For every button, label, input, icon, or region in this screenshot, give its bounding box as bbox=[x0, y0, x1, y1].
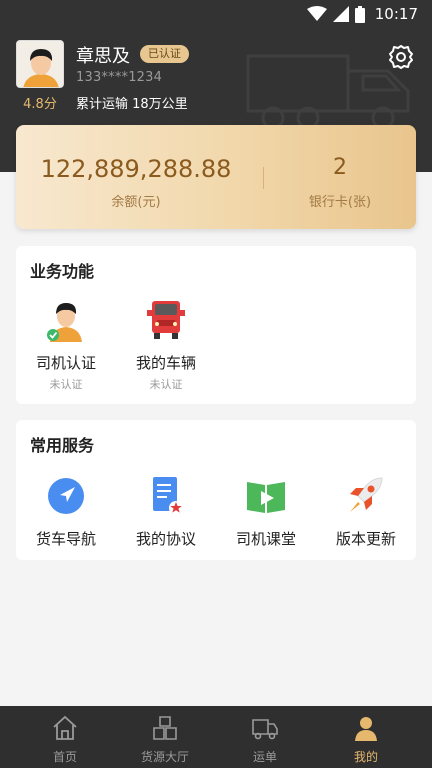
status-bar: 10:17 bbox=[0, 0, 432, 28]
my-agreement-item[interactable]: 我的协议 bbox=[116, 474, 216, 549]
rocket-icon bbox=[350, 477, 383, 512]
avatar[interactable] bbox=[16, 40, 64, 88]
bottom-tab-bar: 首页 货源大厅 运单 我的 bbox=[0, 706, 432, 768]
tab-home[interactable]: 首页 bbox=[11, 706, 119, 768]
balance-card[interactable]: 122,889,288.88 余额(元) 2 银行卡(张) bbox=[16, 125, 416, 229]
wifi-icon bbox=[306, 6, 327, 21]
user-name: 章思及 bbox=[76, 46, 130, 67]
business-panel: 业务功能 司机认证 未认证 我的车辆 未认证 bbox=[16, 246, 416, 404]
tab-waybill-label: 运单 bbox=[252, 750, 277, 764]
tab-mine-label: 我的 bbox=[353, 750, 378, 764]
bank-card-label: 银行卡(张) bbox=[308, 195, 372, 210]
business-title: 业务功能 bbox=[30, 262, 95, 281]
driver-score: 4.8分 bbox=[23, 97, 57, 112]
signal-icon bbox=[332, 6, 349, 22]
my-agreement-label: 我的协议 bbox=[135, 530, 196, 548]
certified-badge: 已认证 bbox=[140, 45, 189, 63]
tab-cargo-hall-label: 货源大厅 bbox=[140, 750, 189, 764]
balance-label: 余额(元) bbox=[111, 195, 161, 210]
navigation-icon bbox=[48, 478, 84, 514]
truck-navigation-label: 货车导航 bbox=[35, 530, 96, 548]
services-panel: 常用服务 货车导航 我的协议 司机课堂 版本更新 bbox=[16, 420, 416, 560]
home-icon bbox=[53, 715, 77, 740]
driver-cert-status: 未认证 bbox=[49, 378, 83, 391]
driver-cert-label: 司机认证 bbox=[35, 354, 96, 372]
services-title: 常用服务 bbox=[30, 436, 95, 455]
my-vehicle-status: 未认证 bbox=[149, 378, 183, 391]
total-mileage: 累计运输 18万公里 bbox=[76, 97, 188, 112]
balance-divider bbox=[263, 167, 264, 189]
truck-navigation-item[interactable]: 货车导航 bbox=[16, 474, 116, 549]
my-vehicle-label: 我的车辆 bbox=[135, 354, 196, 372]
balance-amount: 122,889,288.88 bbox=[40, 155, 232, 183]
bank-card-count: 2 bbox=[333, 155, 347, 180]
phone-number: 133****1234 bbox=[76, 70, 163, 85]
status-time: 10:17 bbox=[374, 5, 418, 23]
avatar-person-icon bbox=[17, 41, 63, 87]
truck-icon bbox=[252, 719, 278, 740]
person-icon bbox=[355, 717, 377, 741]
tab-mine[interactable]: 我的 bbox=[312, 706, 420, 768]
truck-icon bbox=[147, 301, 185, 339]
tab-home-label: 首页 bbox=[52, 750, 77, 764]
classroom-icon bbox=[247, 482, 285, 513]
agreement-icon bbox=[153, 477, 183, 515]
driver-classroom-label: 司机课堂 bbox=[235, 530, 296, 548]
battery-icon bbox=[354, 5, 365, 23]
version-update-label: 版本更新 bbox=[335, 530, 396, 548]
truck-watermark-icon bbox=[246, 54, 410, 130]
driver-classroom-item[interactable]: 司机课堂 bbox=[216, 474, 316, 549]
version-update-item[interactable]: 版本更新 bbox=[316, 474, 416, 549]
my-vehicle-item[interactable]: 我的车辆 未认证 bbox=[116, 298, 216, 392]
driver-cert-item[interactable]: 司机认证 未认证 bbox=[16, 298, 116, 392]
tab-waybill[interactable]: 运单 bbox=[211, 706, 319, 768]
tab-cargo-hall[interactable]: 货源大厅 bbox=[111, 706, 219, 768]
settings-gear-icon[interactable] bbox=[388, 44, 414, 70]
driver-cert-icon bbox=[47, 303, 82, 342]
boxes-icon bbox=[153, 716, 177, 740]
